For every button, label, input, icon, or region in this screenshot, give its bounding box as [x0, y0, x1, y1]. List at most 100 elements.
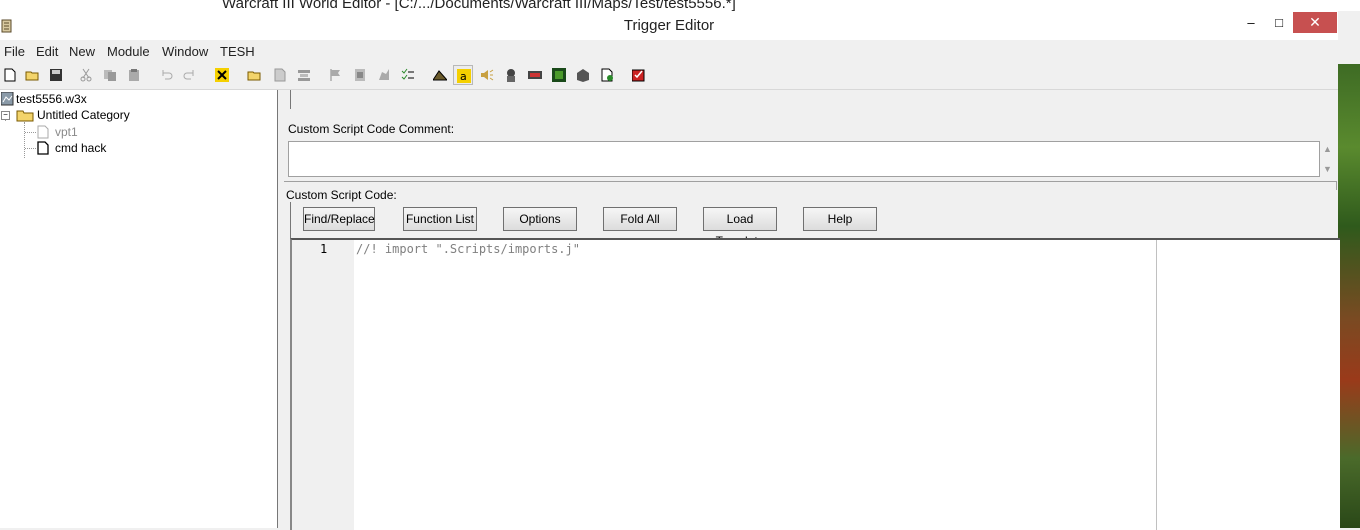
new-action-button[interactable]	[374, 65, 394, 85]
new-document-icon	[4, 68, 16, 82]
redo-icon	[183, 70, 194, 80]
ai-editor-button[interactable]	[549, 65, 569, 85]
new-category-icon	[247, 71, 261, 81]
sound-editor-button[interactable]	[477, 65, 497, 85]
code-editor[interactable]: 1 //! import ".Scripts/imports.j"	[290, 238, 1340, 530]
copy-icon	[104, 70, 116, 81]
map-name: test5556.w3x	[16, 92, 87, 106]
scroll-down-icon[interactable]: ▼	[1323, 164, 1332, 174]
script-editor-pane: Custom Script Code Comment: ▲ ▼ Custom S…	[278, 90, 1340, 530]
cut-icon	[80, 68, 92, 82]
menu-module[interactable]: Module	[107, 44, 150, 59]
collapse-icon[interactable]: −	[1, 111, 10, 120]
triggers-list-button[interactable]	[398, 65, 418, 85]
save-button[interactable]	[46, 65, 66, 85]
close-button[interactable]: ✕	[1293, 12, 1337, 33]
group-border	[284, 181, 1337, 190]
import-manager-button[interactable]	[525, 65, 545, 85]
paste-button[interactable]	[124, 65, 144, 85]
scroll-up-icon[interactable]: ▲	[1323, 144, 1332, 154]
svg-text:a: a	[460, 70, 467, 83]
parent-window-title: Warcraft III World Editor - [C:/.../Docu…	[222, 0, 736, 11]
trigger-icon	[37, 141, 49, 155]
tree-map-node[interactable]: test5556.w3x	[0, 91, 200, 107]
map-icon	[1, 92, 14, 106]
redo-button[interactable]	[180, 65, 200, 85]
new-action-icon	[379, 69, 389, 80]
comment-label: Custom Script Code Comment:	[288, 122, 455, 136]
new-event-button[interactable]	[326, 65, 346, 85]
undo-icon	[162, 70, 173, 80]
new-condition-button[interactable]	[350, 65, 370, 85]
object-editor-button[interactable]: a	[453, 65, 473, 85]
campaign-editor-button[interactable]	[573, 65, 593, 85]
trigger-editor-window: Trigger Editor – □ ✕ File Edit New Modul…	[0, 11, 1340, 530]
menu-tesh[interactable]: TESH	[220, 44, 255, 59]
maximize-button[interactable]: □	[1262, 12, 1296, 33]
new-event-icon	[330, 69, 340, 81]
titlebar: Trigger Editor – □ ✕	[0, 11, 1338, 40]
delete-button[interactable]	[212, 65, 232, 85]
window-title: Trigger Editor	[623, 17, 715, 34]
tree-category-node[interactable]: − Untitled Category	[0, 107, 200, 123]
paste-icon	[129, 69, 139, 81]
trigger-tree: test5556.w3x − Untitled Category vpt1 cm…	[0, 90, 278, 528]
tree-trigger-item[interactable]: vpt1	[0, 124, 200, 140]
new-condition-icon	[355, 69, 365, 81]
terrain-editor-button[interactable]	[430, 65, 450, 85]
divider	[290, 90, 291, 109]
tree-trigger-item[interactable]: cmd hack	[0, 140, 200, 156]
line-number: 1	[320, 242, 328, 256]
folder-open-icon	[16, 110, 34, 122]
line-number-gutter: 1	[292, 240, 354, 530]
find-replace-button[interactable]: Find/Replace	[303, 207, 375, 231]
copy-button[interactable]	[100, 65, 120, 85]
undo-button[interactable]	[156, 65, 176, 85]
open-folder-icon	[25, 71, 39, 81]
object-manager-button[interactable]	[597, 65, 617, 85]
menu-new[interactable]: New	[69, 44, 95, 59]
campaign-editor-icon	[577, 69, 589, 82]
new-comment-button[interactable]	[294, 65, 314, 85]
new-trigger-button[interactable]	[270, 65, 290, 85]
ai-editor-icon	[552, 68, 566, 82]
trigger-name: vpt1	[55, 125, 78, 139]
open-button[interactable]	[22, 65, 42, 85]
parent-window-titlebar: Warcraft III World Editor - [C:/.../Docu…	[0, 0, 1360, 11]
code-label: Custom Script Code:	[286, 188, 401, 202]
trigger-disabled-icon	[37, 125, 49, 139]
new-category-button[interactable]	[244, 65, 264, 85]
test-map-button[interactable]	[629, 65, 649, 85]
comment-input[interactable]	[288, 141, 1320, 177]
menu-file[interactable]: File	[4, 44, 25, 59]
import-manager-icon	[528, 71, 542, 79]
trigger-name: cmd hack	[55, 141, 107, 155]
fold-all-button[interactable]: Fold All	[603, 207, 677, 231]
edge-marker	[1156, 240, 1157, 530]
unit-editor-icon	[507, 69, 515, 82]
new-comment-icon	[298, 70, 310, 81]
test-map-icon	[632, 69, 645, 82]
background-terrain-image	[1338, 64, 1360, 528]
menu-edit[interactable]: Edit	[36, 44, 58, 59]
load-template-button[interactable]: Load Template	[703, 207, 777, 248]
menu-window[interactable]: Window	[162, 44, 208, 59]
terrain-editor-icon	[433, 70, 447, 81]
new-trigger-icon	[274, 68, 286, 82]
sound-editor-icon	[481, 69, 494, 81]
object-manager-icon	[601, 68, 613, 82]
delete-icon	[215, 68, 229, 82]
new-document-button[interactable]	[0, 65, 20, 85]
unit-editor-button[interactable]	[501, 65, 521, 85]
help-button[interactable]: Help	[803, 207, 877, 231]
menu-bar: File Edit New Module Window TESH	[0, 40, 1338, 62]
triggers-list-icon	[401, 68, 414, 80]
save-icon	[50, 69, 62, 81]
code-line[interactable]: //! import ".Scripts/imports.j"	[356, 242, 580, 256]
cut-button[interactable]	[76, 65, 96, 85]
object-editor-icon: a	[457, 69, 471, 83]
category-name: Untitled Category	[37, 108, 130, 122]
toolbar: a	[0, 63, 1338, 90]
options-button[interactable]: Options	[503, 207, 577, 231]
function-list-button[interactable]: Function List	[403, 207, 477, 231]
